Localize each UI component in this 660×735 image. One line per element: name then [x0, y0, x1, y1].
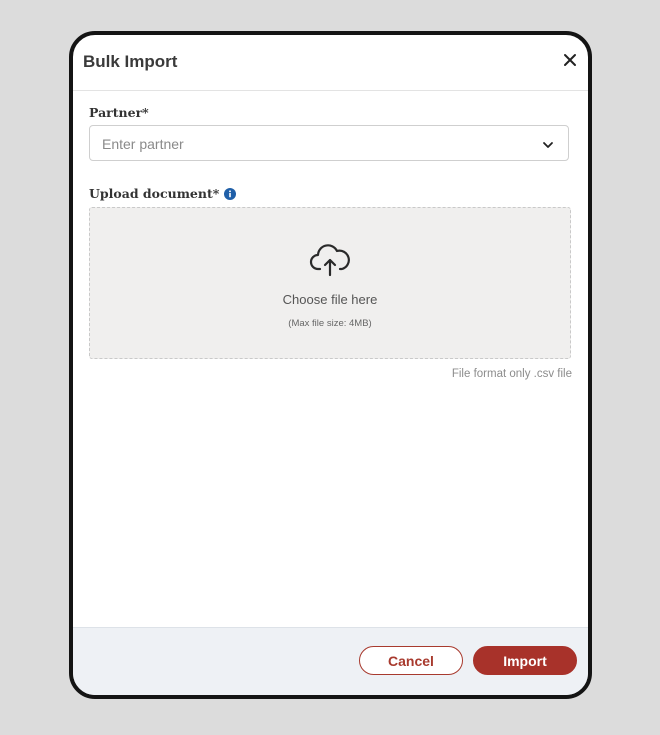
info-icon[interactable]	[224, 187, 237, 200]
file-dropzone[interactable]: Choose file here (Max file size: 4MB)	[89, 207, 571, 359]
upload-label-row: Upload document*	[89, 186, 237, 201]
dialog-header: Bulk Import	[73, 35, 588, 91]
file-format-note: File format only .csv file	[451, 368, 572, 380]
import-button[interactable]: Import	[473, 646, 577, 675]
cloud-upload-icon	[308, 242, 352, 278]
bulk-import-dialog: Bulk Import Partner* Enter partner Uploa…	[69, 31, 592, 699]
partner-label: Partner*	[89, 105, 149, 120]
dialog-footer: Cancel Import	[73, 627, 588, 695]
partner-select[interactable]: Enter partner	[89, 125, 569, 161]
chevron-down-icon[interactable]	[542, 138, 554, 150]
cancel-button[interactable]: Cancel	[359, 646, 463, 675]
dialog-title: Bulk Import	[83, 52, 178, 71]
dropzone-prompt: Choose file here	[282, 292, 378, 307]
upload-label: Upload document*	[89, 186, 220, 201]
partner-placeholder: Enter partner	[102, 136, 184, 152]
close-icon[interactable]	[562, 52, 578, 68]
max-file-size: (Max file size: 4MB)	[288, 318, 372, 329]
